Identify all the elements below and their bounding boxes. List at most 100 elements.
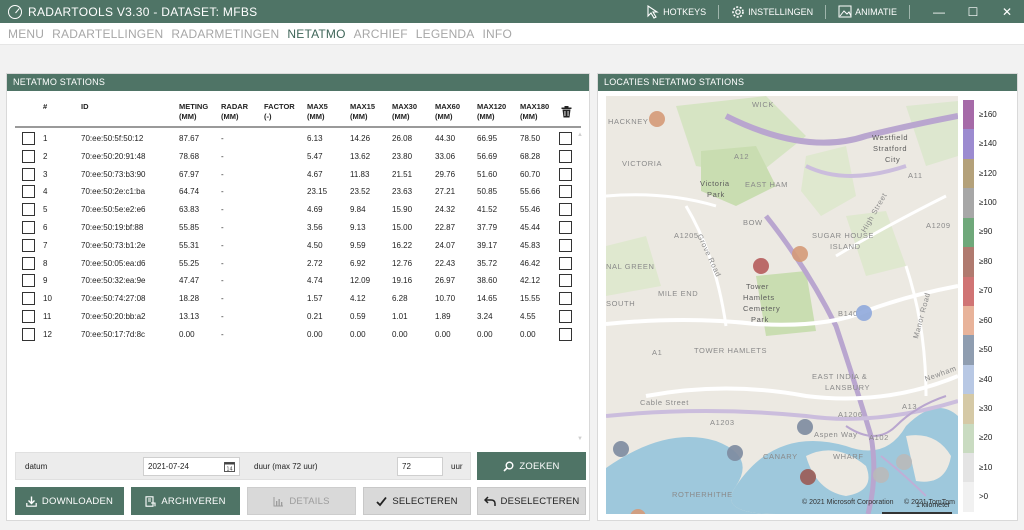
col-header-max5[interactable]: MAX5 (MM) — [307, 102, 328, 122]
row-checkbox[interactable] — [22, 167, 35, 181]
station-marker[interactable] — [800, 469, 816, 485]
deselect-button[interactable]: DESELECTEREN — [477, 487, 586, 515]
table-row[interactable]: 10 70:ee:50:74:27:08 18.28 - 1.57 4.12 6.28 10.… — [15, 290, 575, 308]
row-checkbox[interactable] — [22, 220, 35, 234]
details-button: DETAILS — [247, 487, 356, 515]
table-cell: 23.63 — [392, 187, 413, 197]
table-cell: 0.00 — [520, 329, 536, 339]
map-label: ROTHERHITHE — [672, 490, 733, 499]
col-header-max120[interactable]: MAX120 (MM) — [477, 102, 506, 122]
station-marker[interactable] — [873, 467, 889, 483]
table-row[interactable]: 7 70:ee:50:73:b1:2e 55.31 - 4.50 9.59 16.22 24.… — [15, 237, 575, 255]
station-marker[interactable] — [753, 258, 769, 274]
row-checkbox[interactable] — [22, 185, 35, 199]
date-input[interactable]: 2021-07-24 14 — [143, 457, 240, 476]
row-checkbox[interactable] — [22, 309, 35, 323]
map-label: Cemetery — [743, 304, 781, 313]
col-header-max30[interactable]: MAX30 (MM) — [392, 102, 417, 122]
row-select-checkbox[interactable] — [559, 167, 572, 181]
row-select-checkbox[interactable] — [559, 149, 572, 163]
table-cell: 47.47 — [179, 276, 200, 286]
table-row[interactable]: 6 70:ee:50:19:bf:88 55.85 - 3.56 9.13 15.00 22.… — [15, 219, 575, 237]
duration-input[interactable]: 72 — [397, 457, 443, 476]
svg-text:14: 14 — [226, 467, 232, 473]
col-header-max15[interactable]: MAX15 (MM) — [350, 102, 375, 122]
table-cell: 11 — [43, 311, 52, 321]
app-logo-icon — [8, 4, 22, 19]
search-button[interactable]: ZOEKEN — [477, 452, 586, 480]
download-button[interactable]: DOWNLOADEN — [15, 487, 124, 515]
legend-swatch — [963, 217, 974, 248]
row-select-checkbox[interactable] — [559, 238, 572, 252]
station-marker[interactable] — [792, 246, 808, 262]
menu-item-info[interactable]: INFO — [483, 27, 512, 41]
row-checkbox[interactable] — [22, 327, 35, 341]
legend-label: ≥30 — [979, 404, 993, 413]
station-marker[interactable] — [797, 419, 813, 435]
animation-button[interactable]: ANIMATIE — [838, 5, 897, 18]
col-header-radar[interactable]: RADAR (MM) — [221, 102, 248, 122]
col-header-max180[interactable]: MAX180 (MM) — [520, 102, 549, 122]
archive-button[interactable]: ARCHIVEREN — [131, 487, 240, 515]
row-select-checkbox[interactable] — [559, 292, 572, 306]
table-cell: 78.68 — [179, 151, 200, 161]
table-row[interactable]: 11 70:ee:50:20:bb:a2 13.13 - 0.21 0.59 1.01 1.8… — [15, 308, 575, 326]
menu-item-radarmetingen[interactable]: RADARMETINGEN — [171, 27, 279, 41]
menu-item-menu[interactable]: MENU — [8, 27, 44, 41]
table-row[interactable]: 5 70:ee:50:5e:e2:e6 63.83 - 4.69 9.84 15.90 24.… — [15, 201, 575, 219]
table-row[interactable]: 2 70:ee:50:20:91:48 78.68 - 5.47 13.62 23.80 33… — [15, 148, 575, 166]
row-select-checkbox[interactable] — [559, 327, 572, 341]
maximize-button[interactable]: ☐ — [956, 0, 990, 23]
col-header-meting[interactable]: METING (MM) — [179, 102, 208, 122]
details-label: DETAILS — [289, 495, 330, 507]
menu-item-legenda[interactable]: LEGENDA — [416, 27, 475, 41]
table-row[interactable]: 4 70:ee:50:2e:c1:ba 64.74 - 23.15 23.52 23.63 2… — [15, 183, 575, 201]
select-button[interactable]: SELECTEREN — [363, 487, 471, 515]
col-header-max60[interactable]: MAX60 (MM) — [435, 102, 460, 122]
row-checkbox[interactable] — [22, 203, 35, 217]
settings-button[interactable]: INSTELLINGEN — [731, 5, 813, 19]
row-checkbox[interactable] — [22, 238, 35, 252]
calendar-icon[interactable]: 14 — [224, 461, 235, 472]
scroll-up-arrow[interactable]: ▲ — [577, 132, 583, 138]
menu-item-archief[interactable]: ARCHIEF — [354, 27, 408, 41]
station-marker[interactable] — [727, 445, 743, 461]
row-select-checkbox[interactable] — [559, 132, 572, 145]
station-marker[interactable] — [896, 454, 912, 470]
row-select-checkbox[interactable] — [559, 203, 572, 217]
station-marker[interactable] — [649, 111, 665, 127]
row-checkbox[interactable] — [22, 292, 35, 306]
table-cell: 39.17 — [477, 240, 498, 250]
minimize-button[interactable]: — — [922, 0, 956, 23]
row-select-checkbox[interactable] — [559, 309, 572, 323]
station-marker[interactable] — [613, 441, 629, 457]
trash-icon[interactable] — [561, 106, 572, 118]
table-row[interactable]: 3 70:ee:50:73:b3:90 67.97 - 4.67 11.83 21.51 29… — [15, 166, 575, 184]
map-label: City — [885, 155, 901, 164]
table-cell: 8 — [43, 258, 48, 268]
menu-item-radartellingen[interactable]: RADARTELLINGEN — [52, 27, 163, 41]
menu-item-netatmo[interactable]: NETATMO — [287, 27, 345, 41]
close-button[interactable]: ✕ — [990, 0, 1024, 23]
table-row[interactable]: 1 70:ee:50:5f:50:12 87.67 - 6.13 14.26 26.08 44… — [15, 130, 575, 148]
row-select-checkbox[interactable] — [559, 185, 572, 199]
row-select-checkbox[interactable] — [559, 256, 572, 270]
table-cell: 70:ee:50:2e:c1:ba — [81, 187, 146, 197]
row-checkbox[interactable] — [22, 132, 35, 145]
map-label: EAST HAM — [745, 180, 789, 189]
animation-label: ANIMATIE — [855, 6, 897, 17]
row-select-checkbox[interactable] — [559, 274, 572, 288]
table-cell: 3 — [43, 169, 48, 179]
table-row[interactable]: 8 70:ee:50:05:ea:d6 55.25 - 2.72 6.92 12.76 22.… — [15, 255, 575, 273]
row-checkbox[interactable] — [22, 256, 35, 270]
row-select-checkbox[interactable] — [559, 220, 572, 234]
hotkeys-button[interactable]: HOTKEYS — [646, 4, 706, 19]
row-checkbox[interactable] — [22, 274, 35, 288]
col-header-factor[interactable]: FACTOR (-) — [264, 102, 295, 122]
row-checkbox[interactable] — [22, 149, 35, 163]
station-map[interactable]: HACKNEY WICK Westfield Stratford City VI… — [606, 96, 958, 514]
table-row[interactable]: 9 70:ee:50:32:ea:9e 47.47 - 4.74 12.09 19.16 26… — [15, 272, 575, 290]
station-marker[interactable] — [856, 305, 872, 321]
table-row[interactable]: 12 70:ee:50:17:7d:8c 0.00 - 0.00 0.00 0.00 0.00… — [15, 326, 575, 344]
scroll-down-arrow[interactable]: ▼ — [577, 436, 583, 442]
